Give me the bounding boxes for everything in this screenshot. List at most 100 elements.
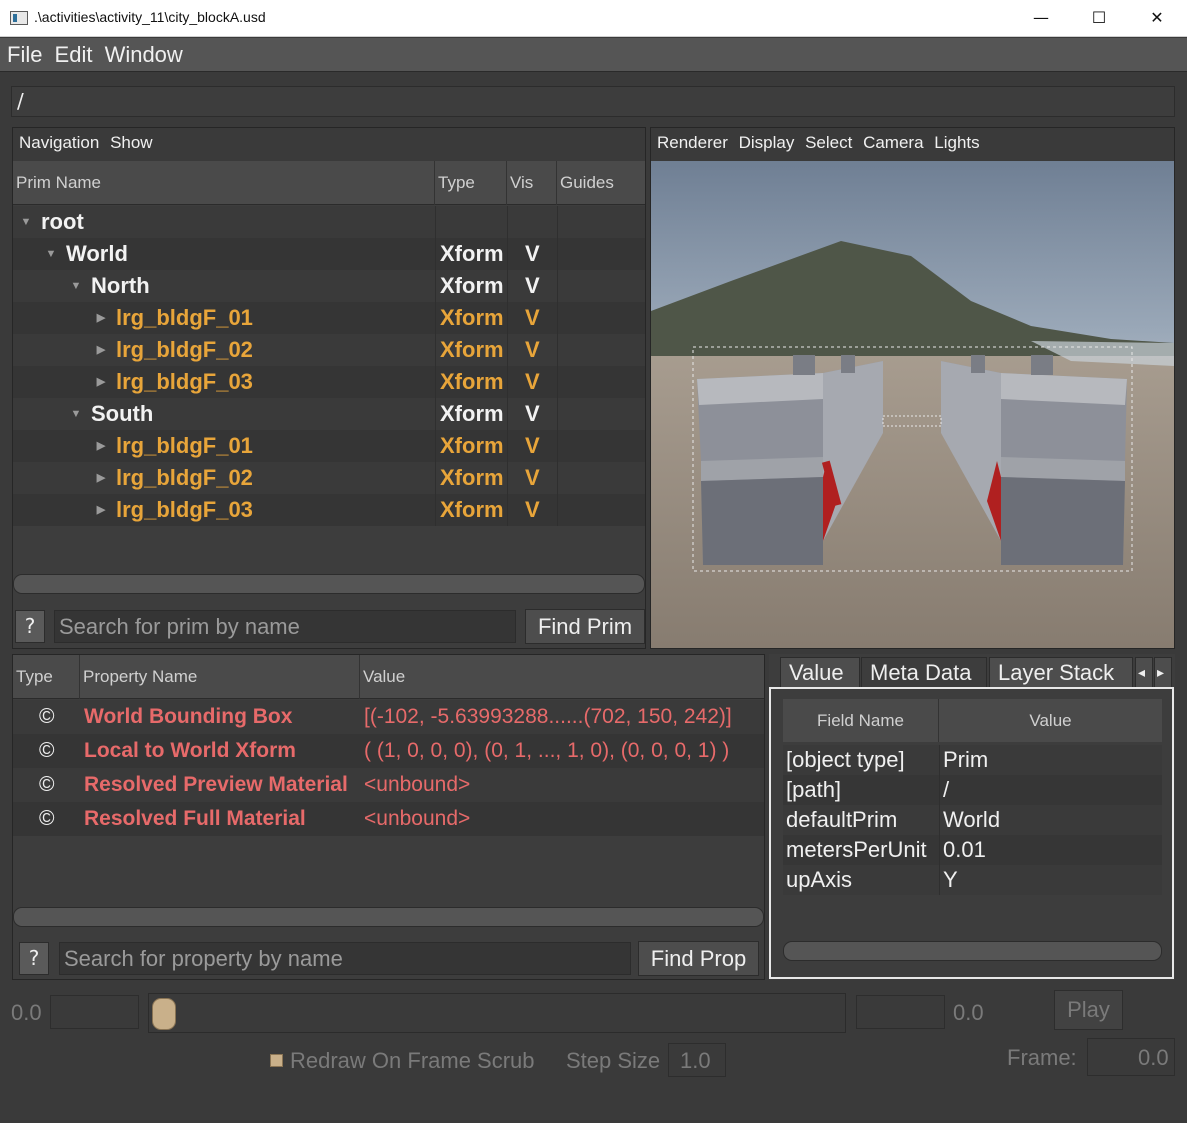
frame-value: 0.0 [1138,1045,1169,1070]
tab-meta-data[interactable]: Meta Data [861,657,987,688]
property-horizontal-scrollbar[interactable] [13,907,764,927]
start-frame-field[interactable] [50,995,139,1029]
visibility-toggle[interactable]: V [525,462,540,494]
metadata-field-name: metersPerUnit [786,837,927,862]
play-button[interactable]: Play [1054,990,1123,1030]
column-prim-name[interactable]: Prim Name [13,161,435,205]
close-button[interactable]: ✕ [1128,0,1186,37]
prim-type: Xform [440,401,504,426]
prim-help-button[interactable]: ? [15,610,45,643]
tab-scroll-left-icon[interactable]: ◂ [1135,657,1153,688]
metadata-horizontal-scrollbar[interactable] [783,941,1162,961]
visibility-toggle[interactable]: V [525,398,540,430]
visibility-toggle[interactable]: V [525,270,540,302]
viewport-pane: Renderer Display Select Camera Lights [650,127,1175,649]
expand-arrow-icon[interactable]: ▼ [19,206,33,238]
property-row[interactable]: © Resolved Full Material <unbound> [13,802,764,836]
column-divider [507,206,508,526]
menu-edit[interactable]: Edit [55,38,93,72]
column-type[interactable]: Type [435,161,507,205]
metadata-field-name: [path] [786,777,842,802]
metadata-field-name: upAxis [786,867,853,892]
tab-value[interactable]: Value [780,657,860,688]
property-table-header: Type Property Name Value [13,655,764,699]
column-type[interactable]: Type [13,655,80,699]
expand-arrow-icon[interactable]: ▼ [69,270,83,302]
column-field-name[interactable]: Field Name [783,699,939,742]
menu-file[interactable]: File [7,38,42,72]
end-frame-field[interactable] [856,995,945,1029]
collapse-arrow-icon[interactable]: ▶ [94,302,108,334]
column-value[interactable]: Value [939,699,1162,742]
prim-horizontal-scrollbar[interactable] [13,574,645,594]
prim-row[interactable]: ▼ South Xform V [13,398,645,430]
metadata-row[interactable]: [path] / [783,775,1162,805]
computed-property-icon: © [39,739,55,762]
metadata-row[interactable]: metersPerUnit 0.01 [783,835,1162,865]
find-prim-button[interactable]: Find Prim [525,609,645,644]
prim-name: lrg_bldgF_02 [116,465,253,490]
prim-row[interactable]: ▼ World Xform V [13,238,645,270]
metadata-field-value: 0.01 [943,837,986,862]
metadata-row[interactable]: [object type] Prim [783,745,1162,775]
prim-path-field[interactable]: / [11,86,1175,117]
property-help-button[interactable]: ? [19,942,49,975]
prim-search-input[interactable]: Search for prim by name [54,610,516,643]
property-row[interactable]: © Resolved Preview Material <unbound> [13,768,764,802]
prim-row[interactable]: ▶ lrg_bldgF_03 Xform V [13,494,645,526]
frame-slider-handle[interactable] [152,998,176,1030]
prim-row[interactable]: ▶ lrg_bldgF_01 Xform V [13,302,645,334]
computed-property-icon: © [39,773,55,796]
menu-display[interactable]: Display [739,133,795,152]
column-property-name[interactable]: Property Name [80,655,360,699]
prim-row[interactable]: ▼ root [13,206,645,238]
maximize-button[interactable]: ☐ [1070,0,1128,37]
visibility-toggle[interactable]: V [525,238,540,270]
metadata-row[interactable]: upAxis Y [783,865,1162,895]
prim-row[interactable]: ▶ lrg_bldgF_03 Xform V [13,366,645,398]
menu-select[interactable]: Select [805,133,852,152]
tab-scroll-right-icon[interactable]: ▸ [1154,657,1172,688]
menu-navigation[interactable]: Navigation [19,133,99,152]
menu-camera[interactable]: Camera [863,133,923,152]
prim-type: Xform [440,337,504,362]
collapse-arrow-icon[interactable]: ▶ [94,462,108,494]
prim-row[interactable]: ▶ lrg_bldgF_02 Xform V [13,462,645,494]
title-bar: .\activities\activity_11\city_blockA.usd… [0,0,1187,37]
menu-window[interactable]: Window [105,38,183,72]
prim-name: World [66,241,128,266]
find-prop-button[interactable]: Find Prop [638,941,759,976]
collapse-arrow-icon[interactable]: ▶ [94,334,108,366]
3d-viewport[interactable] [651,161,1174,648]
collapse-arrow-icon[interactable]: ▶ [94,366,108,398]
column-value[interactable]: Value [360,655,764,699]
property-value: <unbound> [364,773,471,796]
frame-slider-track[interactable] [148,993,846,1033]
property-row[interactable]: © World Bounding Box [(-102, -5.63993288..… [13,700,764,734]
tab-layer-stack[interactable]: Layer Stack [989,657,1133,688]
collapse-arrow-icon[interactable]: ▶ [94,430,108,462]
expand-arrow-icon[interactable]: ▼ [69,398,83,430]
column-guides[interactable]: Guides [557,161,645,205]
redraw-checkbox[interactable] [270,1054,283,1067]
collapse-arrow-icon[interactable]: ▶ [94,494,108,526]
visibility-toggle[interactable]: V [525,430,540,462]
visibility-toggle[interactable]: V [525,494,540,526]
visibility-toggle[interactable]: V [525,302,540,334]
menu-lights[interactable]: Lights [934,133,979,152]
visibility-toggle[interactable]: V [525,366,540,398]
prim-row[interactable]: ▼ North Xform V [13,270,645,302]
property-row[interactable]: © Local to World Xform ( (1, 0, 0, 0), (0,… [13,734,764,768]
column-divider [557,206,558,526]
prim-row[interactable]: ▶ lrg_bldgF_01 Xform V [13,430,645,462]
prim-row[interactable]: ▶ lrg_bldgF_02 Xform V [13,334,645,366]
property-search-input[interactable]: Search for property by name [59,942,631,975]
minimize-button[interactable]: — [1012,0,1070,37]
metadata-row[interactable]: defaultPrim World [783,805,1162,835]
menu-show[interactable]: Show [110,133,153,152]
menu-renderer[interactable]: Renderer [657,133,728,152]
visibility-toggle[interactable]: V [525,334,540,366]
property-value: [(-102, -5.63993288......(702, 150, 242)… [364,705,732,728]
expand-arrow-icon[interactable]: ▼ [44,238,58,270]
column-vis[interactable]: Vis [507,161,557,205]
